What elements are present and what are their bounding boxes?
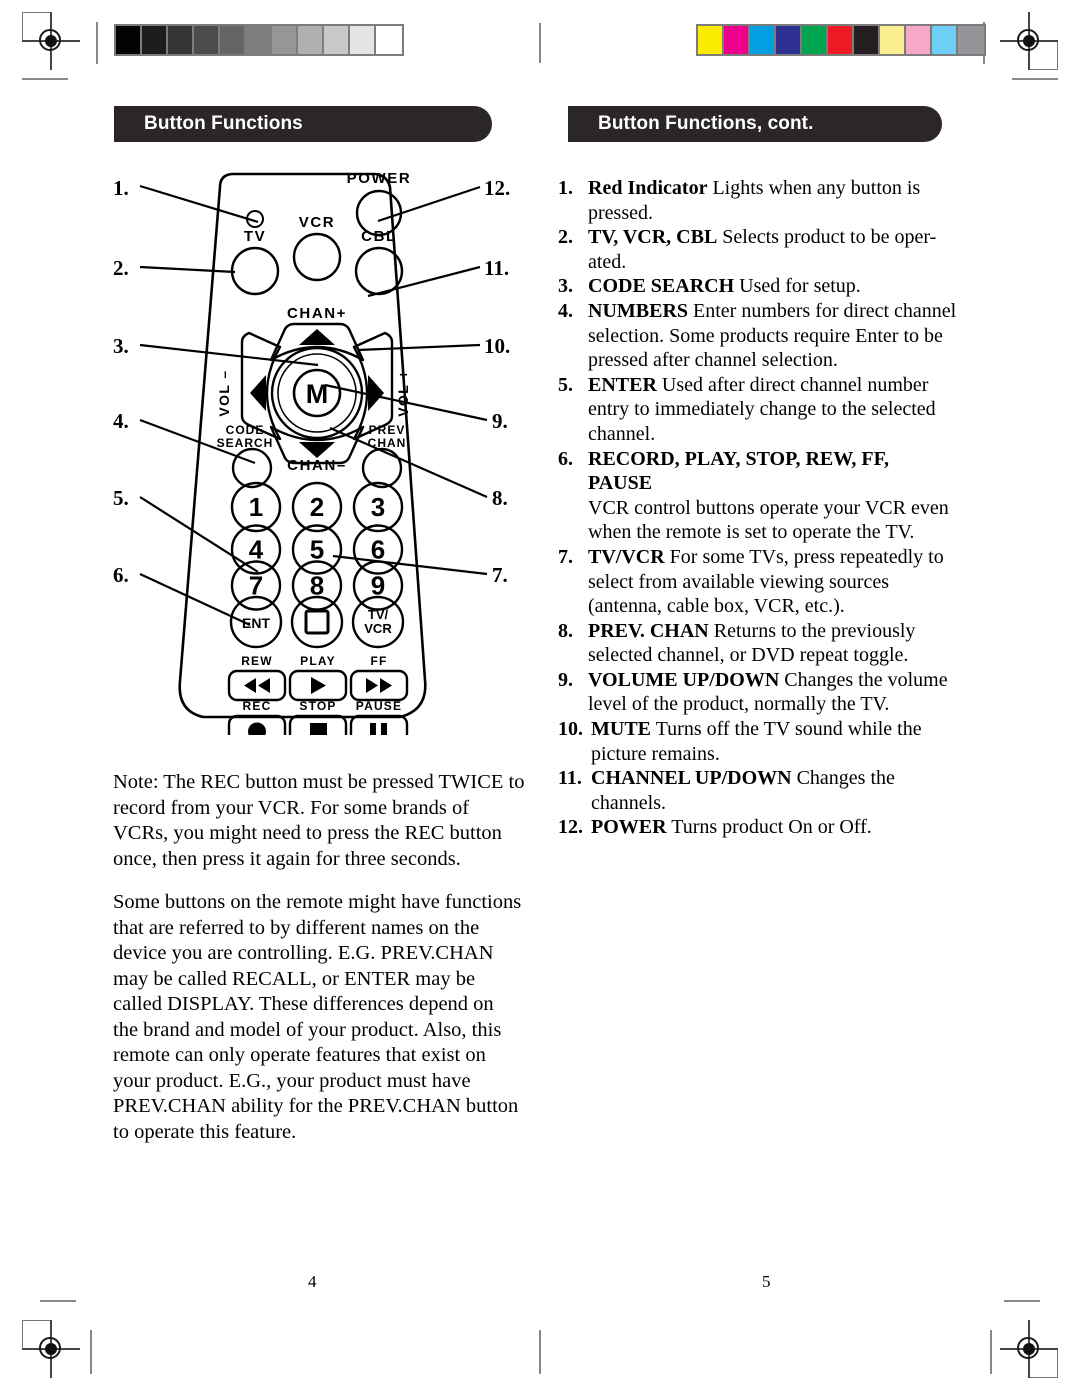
function-list-item-text: NUMBERS Enter numbers for direct channel… xyxy=(588,299,958,373)
calibration-swatch xyxy=(958,26,984,54)
function-list-item: 4. NUMBERS Enter numbers for direct chann… xyxy=(558,299,958,373)
rec-note-text: Note: The REC button must be pressed TWI… xyxy=(113,771,525,870)
function-list-item-desc: VCR control buttons operate your VCR eve… xyxy=(588,496,949,544)
function-list-item-text: MUTE Turns off the TV sound while the pi… xyxy=(591,717,958,766)
function-list-item-text: PREV. CHAN Returns to the previously sel… xyxy=(588,619,958,668)
calibration-swatch xyxy=(854,26,880,54)
function-list-item-number: 6. xyxy=(558,447,573,470)
rewind-icon xyxy=(244,678,256,693)
function-list-item-term: RECORD, PLAY, STOP, REW, FF, PAUSE xyxy=(588,447,890,495)
function-list-item: 7. TV/VCR For some TVs, press repeatedly … xyxy=(558,545,958,619)
function-list-item-desc: Turns product On or Off. xyxy=(666,816,872,839)
rewind-icon-2 xyxy=(258,678,270,693)
function-list-item-number: 7. xyxy=(558,545,573,568)
registration-mark-top-right xyxy=(1000,12,1058,70)
registration-mark-bottom-left xyxy=(22,1320,80,1378)
left-page-number: 4 xyxy=(308,1272,317,1291)
function-list-item-text: RECORD, PLAY, STOP, REW, FF, PAUSE VCR co… xyxy=(588,447,958,545)
function-list-item-number: 4. xyxy=(558,299,573,322)
function-list-item-number: 8. xyxy=(558,619,573,642)
function-list-item: 11. CHANNEL UP/DOWN Changes the channels. xyxy=(558,766,958,815)
button-function-list: 1. Red Indicator Lights when any button i… xyxy=(558,176,958,840)
calibration-swatch xyxy=(906,26,932,54)
crop-tick-top-right xyxy=(1012,78,1058,80)
pause-icon-bar-1 xyxy=(370,723,376,735)
function-list-item-term: VOLUME UP/DOWN xyxy=(588,668,780,691)
fast-forward-icon xyxy=(366,678,378,693)
function-list-item-term: NUMBERS xyxy=(588,299,689,322)
function-list-item-term: MUTE xyxy=(591,718,651,741)
right-section-header: Button Functions, cont. xyxy=(568,106,942,142)
function-list-item: 1. Red Indicator Lights when any button i… xyxy=(558,176,958,225)
function-list-item-text: TV, VCR, CBL Selects product to be oper-… xyxy=(588,225,958,274)
calibration-swatch xyxy=(724,26,750,54)
function-list-item-number: 1. xyxy=(558,177,573,199)
alt-names-text: Some buttons on the remote might have fu… xyxy=(113,891,522,1143)
crop-rule-bottom-left xyxy=(90,1330,92,1374)
function-list-item-term: PREV. CHAN xyxy=(588,619,709,642)
alt-names-paragraph: Some buttons on the remote might have fu… xyxy=(113,890,523,1145)
function-list-item-term: CODE SEARCH xyxy=(588,275,735,298)
function-list-item-term: TV, VCR, CBL xyxy=(588,226,718,249)
function-list-item-term: TV/VCR xyxy=(588,545,665,568)
calibration-swatch xyxy=(750,26,776,54)
rec-note-paragraph: Note: The REC button must be pressed TWI… xyxy=(113,770,526,872)
function-list-item: 9. VOLUME UP/DOWN Changes the volume leve… xyxy=(558,668,958,717)
record-icon xyxy=(248,722,266,735)
function-list-item: 2. TV, VCR, CBL Selects product to be ope… xyxy=(558,225,958,274)
function-list-item-text: VOLUME UP/DOWN Changes the volume level … xyxy=(588,668,958,717)
function-list-item-text: CODE SEARCH Used for setup. xyxy=(588,274,958,299)
crop-rule-bottom-right xyxy=(990,1330,992,1374)
registration-mark-bottom-right xyxy=(1000,1320,1058,1378)
center-fold-rule-bottom xyxy=(539,1330,541,1374)
stop-icon xyxy=(310,723,327,735)
function-list-item: 5. ENTER Used after direct channel number… xyxy=(558,373,958,447)
crop-tick-bottom-right xyxy=(1004,1300,1040,1302)
function-list-item: 8. PREV. CHAN Returns to the previously s… xyxy=(558,619,958,668)
calibration-swatch xyxy=(776,26,802,54)
pause-label: PAUSE xyxy=(356,699,402,713)
function-list-item-number: 11. xyxy=(558,767,582,790)
rec-label: REC xyxy=(243,699,272,713)
function-list-item-term: ENTER xyxy=(588,373,657,396)
function-list-item-desc: Used for setup. xyxy=(734,275,861,298)
stop-label: STOP xyxy=(299,699,336,713)
function-list-item: 6. RECORD, PLAY, STOP, REW, FF, PAUSE VCR … xyxy=(558,447,958,545)
calibration-swatch xyxy=(828,26,854,54)
fast-forward-icon-2 xyxy=(380,678,392,693)
function-list-item-term: CHANNEL UP/DOWN xyxy=(591,767,792,790)
calibration-swatch xyxy=(802,26,828,54)
function-list-item-number: 10. xyxy=(558,718,583,741)
function-list-item-text: POWER Turns product On or Off. xyxy=(591,815,958,840)
function-list-item-number: 5. xyxy=(558,373,573,396)
function-list-item-text: TV/VCR For some TVs, press repeatedly to… xyxy=(588,545,958,619)
function-list-item-text: Red Indicator Lights when any button is … xyxy=(588,176,958,225)
pause-button xyxy=(349,714,409,735)
color-calibration-bars xyxy=(696,24,986,56)
function-list-item-number: 12. xyxy=(558,816,583,839)
calibration-swatch xyxy=(698,26,724,54)
function-list-item: 12. POWER Turns product On or Off. xyxy=(558,815,958,840)
right-section-header-label: Button Functions, cont. xyxy=(598,113,814,134)
function-list-item-term: POWER xyxy=(591,816,667,839)
function-list-item-number: 2. xyxy=(558,226,573,249)
function-list-item-number: 9. xyxy=(558,668,573,691)
crop-tick-bottom-left xyxy=(40,1300,76,1302)
callout-leader-lines xyxy=(139,184,488,626)
function-list-item-number: 3. xyxy=(558,275,573,298)
function-list-item-text: ENTER Used after direct channel number e… xyxy=(588,373,958,447)
calibration-swatch xyxy=(932,26,958,54)
function-list-item-term: Red Indicator xyxy=(588,177,708,199)
function-list-item: 10. MUTE Turns off the TV sound while the… xyxy=(558,717,958,766)
calibration-swatch xyxy=(880,26,906,54)
function-list-item: 3. CODE SEARCH Used for setup. xyxy=(558,274,958,299)
right-page-number: 5 xyxy=(762,1272,771,1291)
pause-icon-bar-2 xyxy=(381,723,387,735)
function-list-item-text: CHANNEL UP/DOWN Changes the channels. xyxy=(591,766,958,815)
